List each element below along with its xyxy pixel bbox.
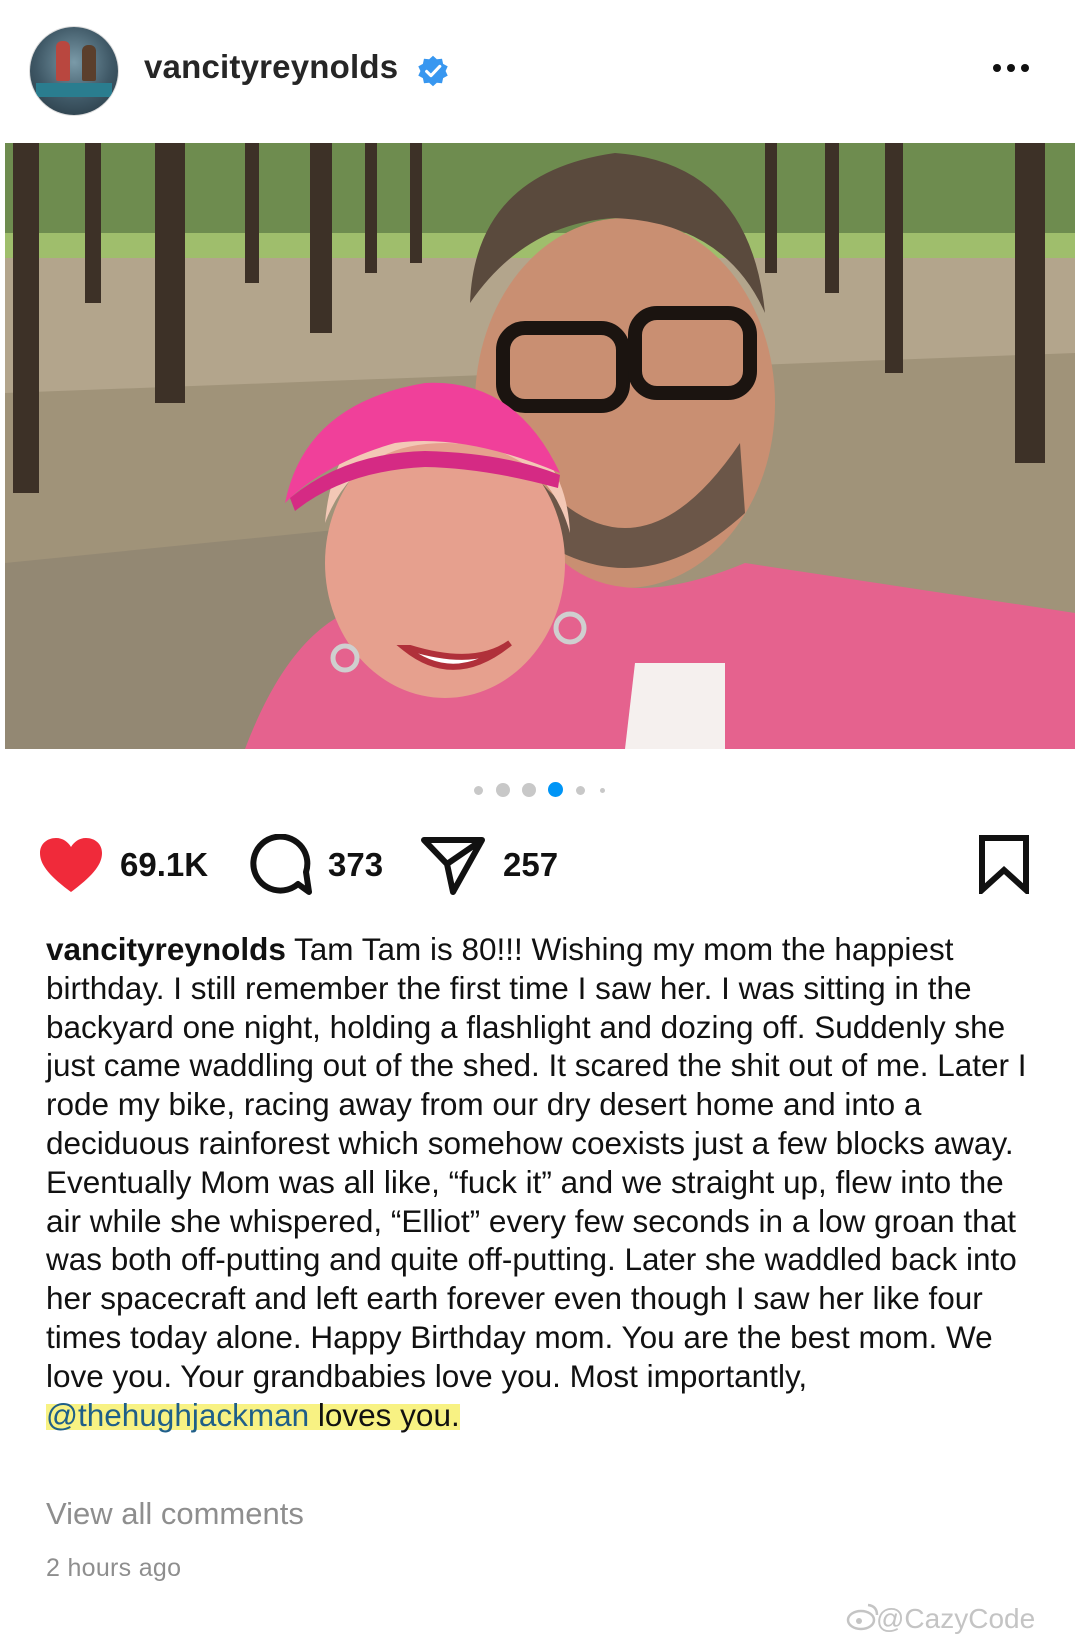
weibo-logo-icon	[846, 1603, 879, 1631]
photo-illustration	[5, 143, 1075, 749]
post-timestamp: 2 hours ago	[46, 1554, 182, 1582]
post-photo[interactable]	[5, 143, 1075, 749]
profile-avatar[interactable]	[30, 27, 118, 115]
likes-count[interactable]: 69.1K	[120, 846, 208, 884]
comments-count[interactable]: 373	[328, 846, 383, 884]
carousel-dot-active	[548, 782, 563, 797]
avatar-figure-left	[56, 41, 70, 81]
carousel-dot	[600, 788, 605, 793]
carousel-dot	[496, 783, 510, 797]
more-options-icon[interactable]	[993, 58, 1039, 78]
caption-username[interactable]: vancityreynolds	[46, 931, 286, 967]
avatar-figure-right	[82, 45, 96, 81]
caption-text-end: loves you.	[309, 1396, 460, 1433]
verified-badge-icon	[418, 55, 448, 87]
shares-count[interactable]: 257	[503, 846, 558, 884]
bookmark-icon[interactable]	[978, 834, 1030, 894]
avatar-table-shape	[36, 83, 112, 97]
heart-filled-icon[interactable]	[38, 836, 104, 894]
comment-bubble-icon[interactable]	[248, 834, 312, 896]
post-username[interactable]: vancityreynolds	[144, 48, 398, 86]
post-header: vancityreynolds	[0, 0, 1080, 140]
watermark-text: @CazyCode	[876, 1603, 1036, 1634]
carousel-dot	[474, 786, 483, 795]
carousel-dot	[576, 786, 585, 795]
caption-mention-link[interactable]: @thehughjackman	[46, 1396, 310, 1433]
carousel-dot	[522, 783, 536, 797]
paper-plane-icon[interactable]	[420, 834, 486, 896]
caption-text: Tam Tam is 80!!! Wishing my mom the happ…	[46, 931, 1027, 1394]
view-all-comments-link[interactable]: View all comments	[46, 1496, 304, 1532]
post-caption: vancityreynolds Tam Tam is 80!!! Wishing…	[46, 930, 1046, 1434]
action-bar: 69.1K 373 257	[0, 830, 1080, 900]
